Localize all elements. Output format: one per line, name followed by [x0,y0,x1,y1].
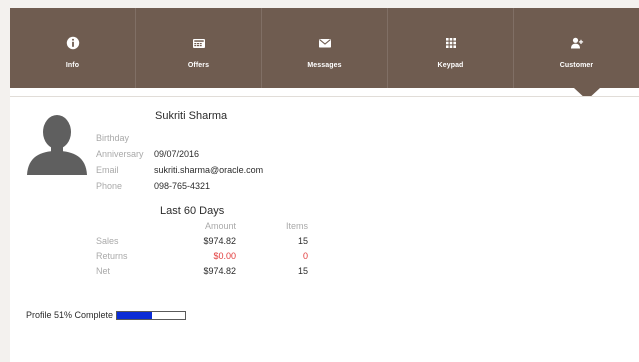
customer-name: Sukriti Sharma [155,110,228,122]
anniversary-row: Anniversary 09/07/2016 [96,149,199,159]
phone-value: 098-765-4321 [154,181,211,191]
stats-title: Last 60 Days [160,205,225,217]
tab-customer-label: Customer [559,62,594,69]
tab-offers[interactable]: Offers [135,8,261,88]
add-user-icon [570,36,584,50]
stats-row-label: Returns [96,251,128,261]
tab-messages[interactable]: Messages [261,8,387,88]
tab-messages-label: Messages [307,62,342,69]
stats-header-row: Amount Items [96,221,311,233]
tab-info-label: Info [65,62,80,69]
customer-panel: Sukriti Sharma Birthday Anniversary 09/07… [10,96,639,362]
stats-row-amount: $974.82 [203,236,236,246]
stats-header-items: Items [285,221,308,231]
profile-progress-bar [116,310,187,320]
phone-label: Phone [96,181,123,191]
profile-completion: Profile 51% Complete [26,309,187,321]
stats-row-items: 0 [302,251,308,261]
tab-keypad[interactable]: Keypad [387,8,513,88]
stats-row-sales: Sales $974.82 15 [96,236,311,248]
stats-row-items: 15 [297,236,308,246]
email-row: Email sukriti.sharma@oracle.com [96,165,263,175]
phone-row: Phone 098-765-4321 [96,181,210,191]
tab-keypad-label: Keypad [437,62,464,69]
anniversary-value: 09/07/2016 [154,149,200,159]
keypad-icon [444,36,458,50]
profile-completion-label: Profile 51% Complete [26,310,114,320]
anniversary-label: Anniversary [96,149,144,159]
stats-row-returns: Returns $0.00 0 [96,251,311,263]
offers-icon [192,36,206,50]
app-frame: Info Offers Messages Keypad Customer Suk… [10,8,639,362]
top-navigation-bar: Info Offers Messages Keypad Customer [10,8,639,88]
envelope-icon [318,36,332,50]
tab-customer[interactable]: Customer [513,8,639,88]
avatar [24,109,90,175]
profile-progress-fill [117,311,152,319]
birthday-label: Birthday [96,133,130,143]
email-value: sukriti.sharma@oracle.com [154,165,264,175]
tab-info[interactable]: Info [10,8,135,88]
info-icon [66,36,80,50]
birthday-row: Birthday [96,133,154,143]
stats-row-label: Sales [96,236,119,246]
stats-row-amount: $0.00 [213,251,236,261]
stats-row-items: 15 [297,266,308,276]
stats-row-label: Net [96,266,111,276]
stats-row-net: Net $974.82 15 [96,266,311,278]
stats-row-amount: $974.82 [203,266,236,276]
stats-header-amount: Amount [204,221,236,231]
email-label: Email [96,165,119,175]
tab-offers-label: Offers [187,62,210,69]
